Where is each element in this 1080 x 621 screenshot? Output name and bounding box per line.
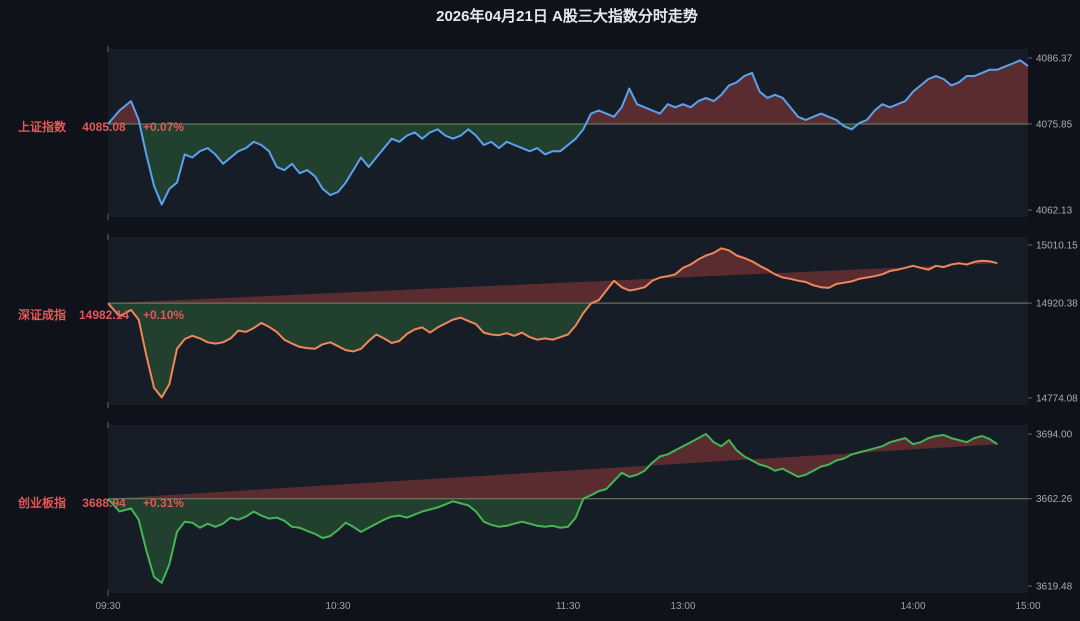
y-tick-label: 15010.15 [1036, 241, 1078, 252]
time-axis: 09:30 10:30 11:30 13:00 14:00 15:00 [95, 601, 1040, 612]
y-tick-label: 14774.08 [1036, 394, 1078, 405]
index-value: 14982.14 [79, 308, 129, 322]
x-tick-label: 13:00 [670, 601, 695, 612]
x-tick-label: 15:00 [1015, 601, 1040, 612]
index-value: 4085.08 [82, 120, 126, 134]
index-change: +0.10% [143, 308, 184, 322]
index-name: 上证指数 [18, 119, 67, 134]
y-tick-label: 4062.13 [1036, 206, 1073, 217]
x-tick-label: 11:30 [556, 601, 581, 612]
y-tick-label: 4086.37 [1036, 54, 1073, 65]
panel-1: 4086.37 4075.85 4062.13 上证指数 4085.08 +0.07% [18, 46, 1073, 220]
x-tick-label: 10:30 [325, 601, 350, 612]
panel-2: 15010.15 14920.38 14774.08 深证成指 14982.14 +0.1… [18, 234, 1078, 408]
index-intraday-chart: 2026年04月21日 A股三大指数分时走势 4086.37 4075.85 406… [17, 7, 1078, 612]
panel-3: 3694.00 3662.26 3619.48 创业板指 3688.94 +0.31% [17, 422, 1073, 596]
y-tick-label: 3619.48 [1036, 582, 1073, 593]
x-tick-label: 09:30 [95, 601, 120, 612]
y-tick-label: 4075.85 [1036, 119, 1073, 130]
y-tick-label: 3662.26 [1036, 494, 1073, 505]
y-tick-label: 14920.38 [1036, 299, 1078, 310]
chart-title: 2026年04月21日 A股三大指数分时走势 [436, 7, 698, 25]
index-value: 3688.94 [82, 496, 126, 510]
x-tick-label: 14:00 [900, 601, 925, 612]
index-name: 深证成指 [18, 307, 66, 322]
index-change: +0.31% [143, 496, 184, 510]
y-tick-label: 3694.00 [1036, 430, 1073, 441]
index-change: +0.07% [143, 120, 184, 134]
index-name: 创业板指 [17, 495, 66, 510]
chart-panels: 4086.37 4075.85 4062.13 上证指数 4085.08 +0.07% 15… [17, 46, 1078, 596]
